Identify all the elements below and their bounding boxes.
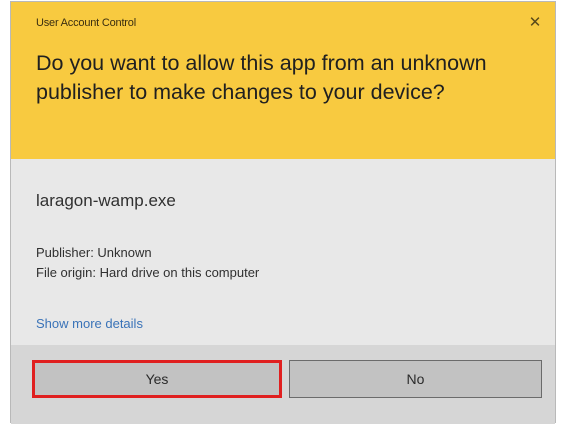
dialog-body: laragon-wamp.exe Publisher: Unknown File… — [11, 159, 555, 424]
permission-question: Do you want to allow this app from an un… — [36, 51, 487, 104]
dialog-title: User Account Control — [36, 17, 136, 29]
button-row: Yes No — [11, 345, 555, 424]
yes-button[interactable]: Yes — [32, 360, 282, 398]
app-meta: Publisher: Unknown File origin: Hard dri… — [36, 243, 259, 283]
app-name: laragon-wamp.exe — [36, 191, 176, 210]
file-origin-text: File origin: Hard drive on this computer — [36, 265, 260, 280]
publisher-text: Publisher: Unknown — [36, 245, 152, 260]
close-icon[interactable]: ✕ — [525, 12, 545, 32]
show-more-details-link[interactable]: Show more details — [36, 316, 143, 331]
no-button[interactable]: No — [289, 360, 542, 398]
dialog-header: User Account Control ✕ Do you want to al… — [11, 2, 555, 159]
uac-dialog: User Account Control ✕ Do you want to al… — [10, 1, 556, 424]
